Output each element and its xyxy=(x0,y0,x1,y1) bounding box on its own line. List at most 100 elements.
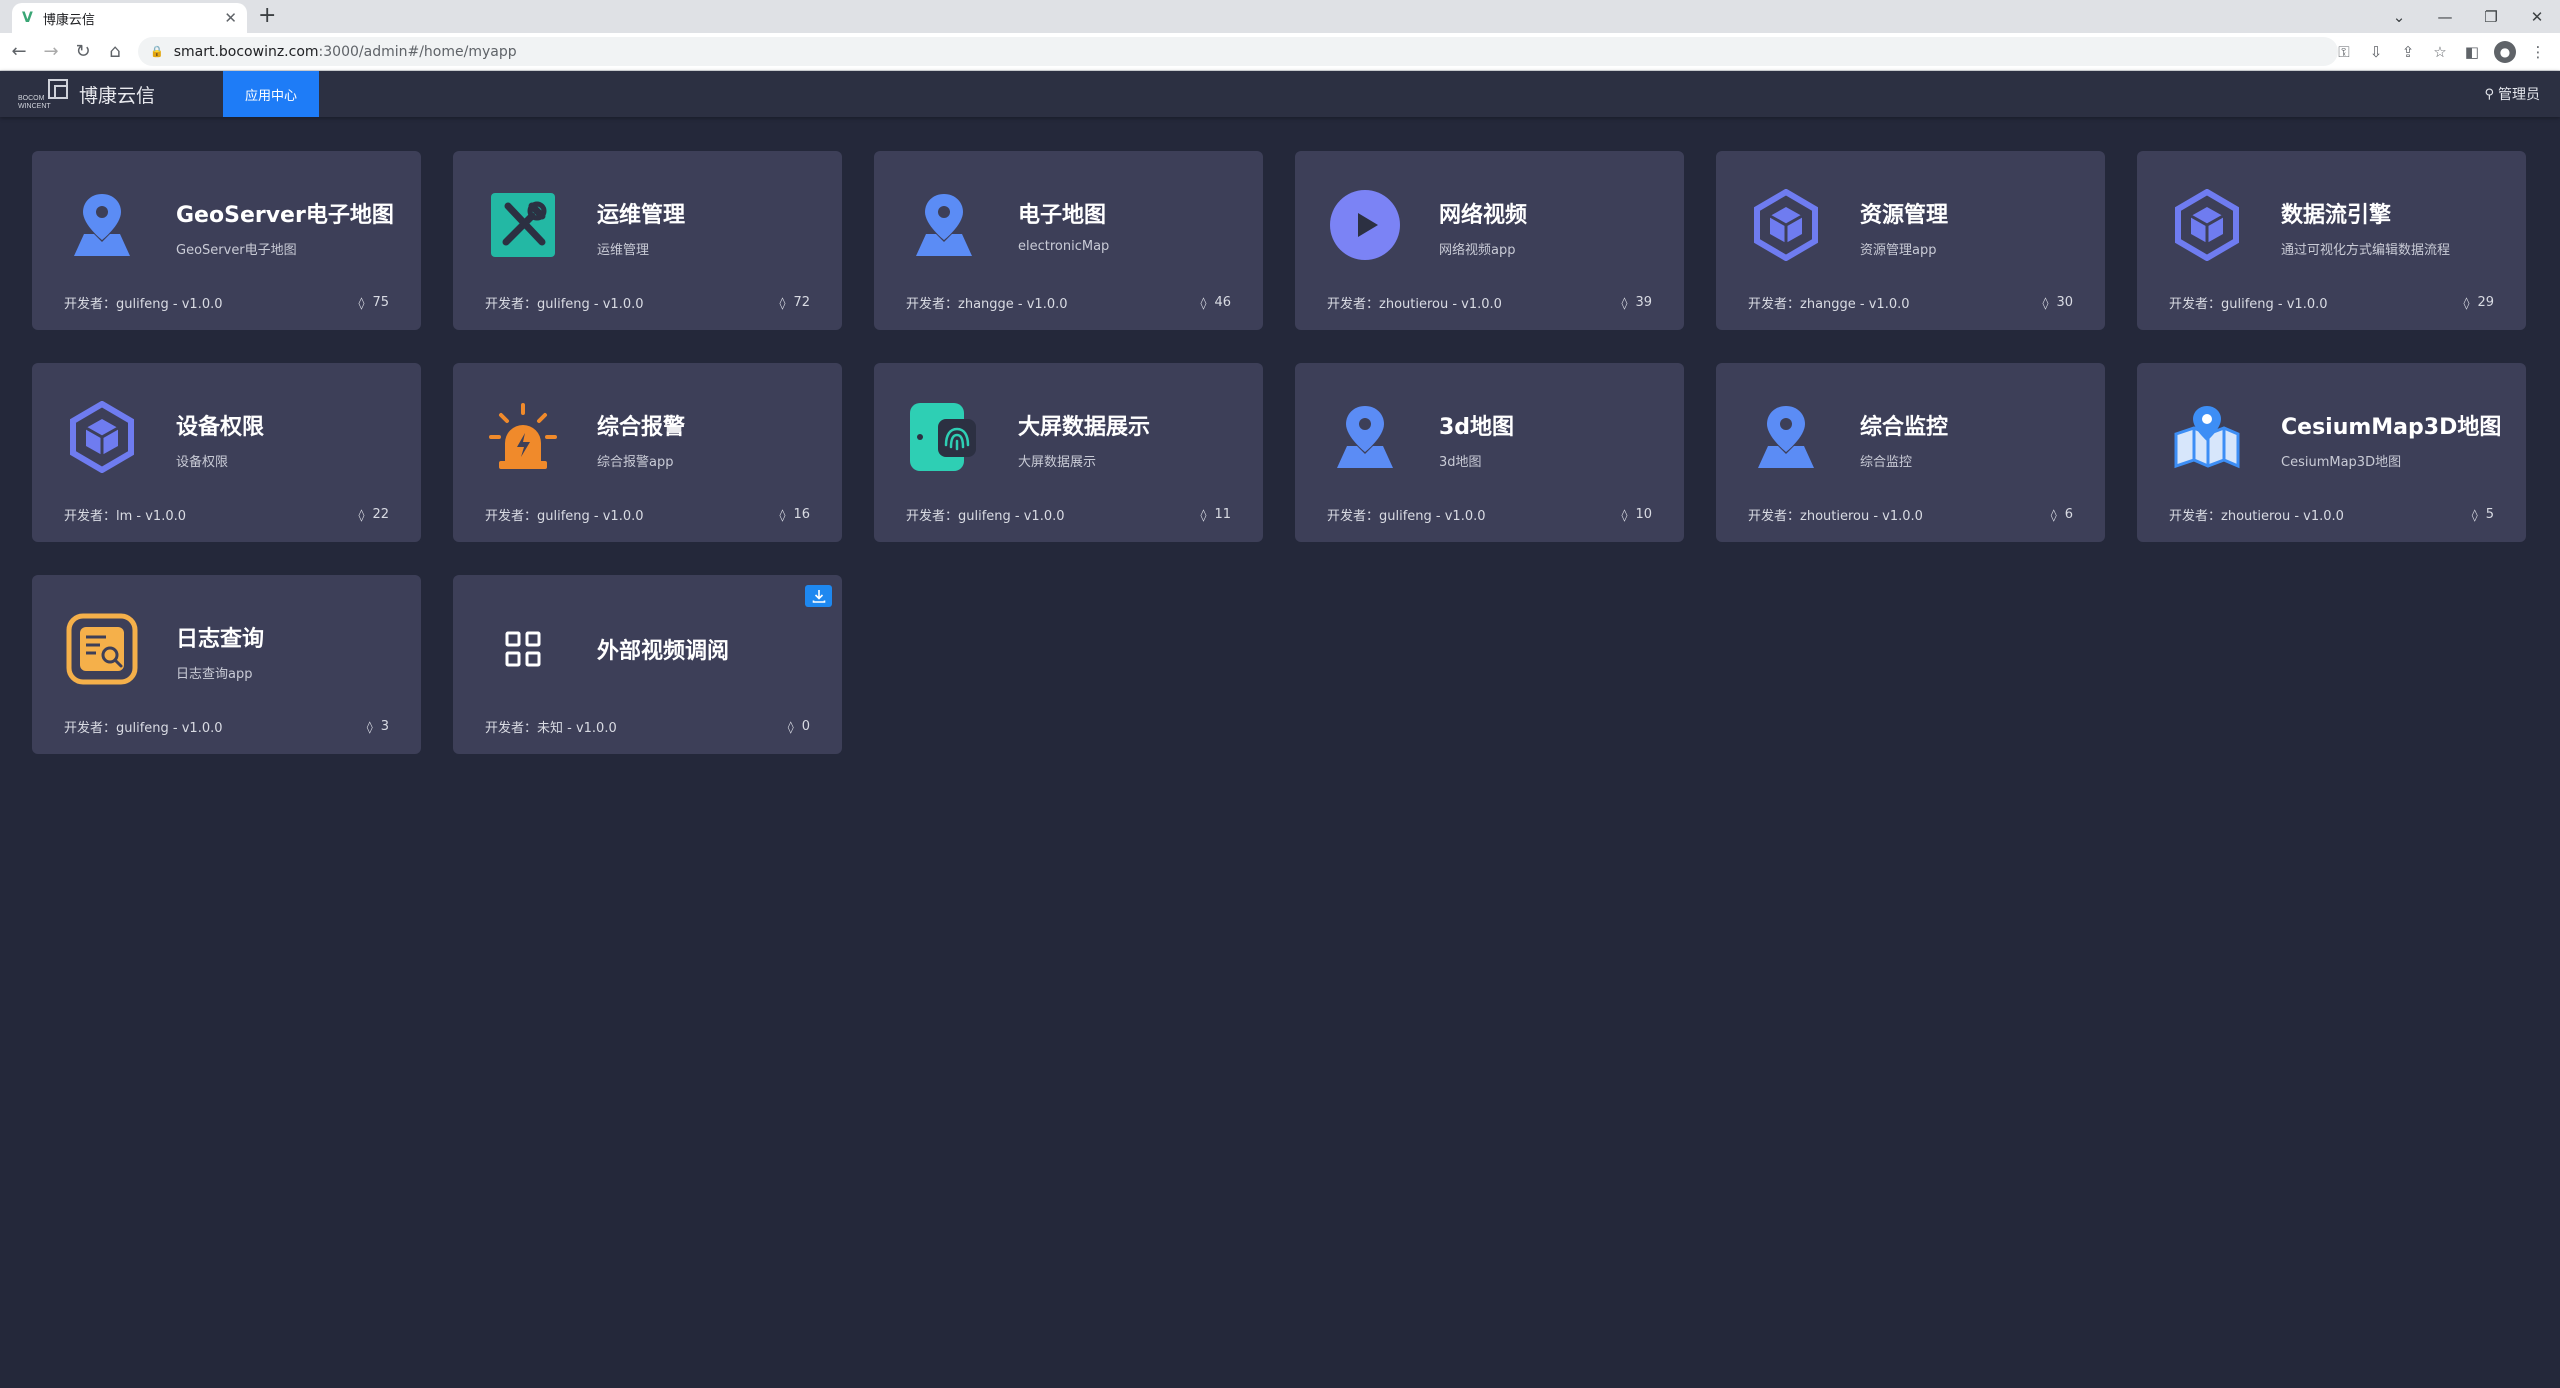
menu-kebab-icon[interactable]: ⋮ xyxy=(2522,43,2554,61)
count-value: 22 xyxy=(372,507,389,522)
side-panel-icon[interactable]: ◧ xyxy=(2456,43,2488,61)
install-app-icon[interactable]: ⇩ xyxy=(2360,43,2392,61)
card-desc: 网络视频app xyxy=(1439,243,1516,258)
new-tab-button[interactable]: + xyxy=(258,3,276,28)
map-pin-icon xyxy=(908,189,980,261)
card-footer: 开发者：未知 - v1.0.0 ◊ 0 xyxy=(485,717,810,736)
count-value: 30 xyxy=(2056,295,2073,310)
hot-count: ◊ 30 xyxy=(2043,295,2073,310)
close-tab-icon[interactable]: ✕ xyxy=(224,9,237,27)
fire-icon: ◊ xyxy=(358,507,365,522)
app-card-external-video[interactable]: 外部视频调阅 开发者：未知 - v1.0.0 ◊ 0 xyxy=(453,575,842,754)
card-title: 设备权限 xyxy=(176,415,265,440)
user-icon: ⚲ xyxy=(2484,86,2494,102)
count-value: 75 xyxy=(372,295,389,310)
fire-icon: ◊ xyxy=(2050,507,2057,522)
back-button[interactable]: ← xyxy=(6,41,32,62)
app-card-emap[interactable]: 电子地图 electronicMap 开发者：zhangge - v1.0.0 … xyxy=(874,151,1263,330)
profile-avatar-icon[interactable]: ● xyxy=(2494,40,2516,63)
reload-button[interactable]: ↻ xyxy=(70,41,96,62)
app-card-netvideo[interactable]: 网络视频 网络视频app 开发者：zhoutierou - v1.0.0 ◊ 39 xyxy=(1295,151,1684,330)
card-footer: 开发者：zhoutierou - v1.0.0 ◊ 39 xyxy=(1327,293,1652,312)
app-card-bigscreen[interactable]: 大屏数据展示 大屏数据展示 开发者：gulifeng - v1.0.0 ◊ 11 xyxy=(874,363,1263,542)
developer-info: 开发者：zhangge - v1.0.0 xyxy=(1748,297,1910,312)
card-desc: 大屏数据展示 xyxy=(1018,455,1097,470)
logo-text: BOCOM WINCENT xyxy=(18,95,51,110)
developer-info: 开发者：gulifeng - v1.0.0 xyxy=(1327,509,1486,524)
developer-info: 开发者：gulifeng - v1.0.0 xyxy=(2169,297,2328,312)
hot-count: ◊ 75 xyxy=(359,295,389,310)
close-window-button[interactable]: ✕ xyxy=(2514,8,2560,26)
brand-name: 博康云信 xyxy=(79,84,156,107)
fire-icon: ◊ xyxy=(1621,507,1628,522)
hot-count: ◊ 72 xyxy=(780,295,810,310)
download-icon[interactable] xyxy=(805,585,832,607)
fire-icon: ◊ xyxy=(1621,295,1628,310)
forward-button[interactable]: → xyxy=(38,41,64,62)
hot-count: ◊ 39 xyxy=(1622,295,1652,310)
bocom-logo-icon: BOCOM WINCENT xyxy=(18,77,73,111)
card-desc: CesiumMap3D地图 xyxy=(2281,455,2402,470)
count-value: 39 xyxy=(1635,295,1652,310)
app-header: BOCOM WINCENT 博康云信 应用中心 ⚲ 管理员 xyxy=(0,71,2560,117)
card-footer: 开发者：gulifeng - v1.0.0 ◊ 11 xyxy=(906,505,1231,524)
key-icon[interactable]: ⚿ xyxy=(2328,43,2360,61)
app-card-cesium[interactable]: CesiumMap3D地图 CesiumMap3D地图 开发者：zhoutier… xyxy=(2137,363,2526,542)
app-card-resource[interactable]: 资源管理 资源管理app 开发者：zhangge - v1.0.0 ◊ 30 xyxy=(1716,151,2105,330)
count-value: 46 xyxy=(1214,295,1231,310)
count-value: 29 xyxy=(2477,295,2494,310)
card-title: CesiumMap3D地图 xyxy=(2281,415,2502,440)
map-pin-icon xyxy=(66,189,138,261)
card-desc: 资源管理app xyxy=(1860,243,1937,258)
app-card-3dmap[interactable]: 3d地图 3d地图 开发者：gulifeng - v1.0.0 ◊ 10 xyxy=(1295,363,1684,542)
card-desc: 通过可视化方式编辑数据流程 xyxy=(2281,243,2451,258)
nav-app-center[interactable]: 应用中心 xyxy=(223,71,319,117)
fire-icon: ◊ xyxy=(366,719,373,734)
card-desc: 综合报警app xyxy=(597,455,674,470)
count-value: 6 xyxy=(2064,507,2073,522)
developer-info: 开发者：zhoutierou - v1.0.0 xyxy=(2169,509,2344,524)
minimize-button[interactable]: — xyxy=(2422,8,2468,26)
fingerprint-icon xyxy=(908,401,980,473)
card-title: GeoServer电子地图 xyxy=(176,203,394,228)
app-card-monitor[interactable]: 综合监控 综合监控 开发者：zhoutierou - v1.0.0 ◊ 6 xyxy=(1716,363,2105,542)
tab-search-icon[interactable]: ⌄ xyxy=(2376,8,2422,26)
restore-button[interactable]: ❐ xyxy=(2468,8,2514,26)
hot-count: ◊ 29 xyxy=(2464,295,2494,310)
hot-count: ◊ 16 xyxy=(780,507,810,522)
user-menu[interactable]: ⚲ 管理员 xyxy=(2484,71,2540,117)
lock-icon[interactable]: 🔒 xyxy=(150,45,164,58)
app-card-alarm[interactable]: 综合报警 综合报警app 开发者：gulifeng - v1.0.0 ◊ 16 xyxy=(453,363,842,542)
card-title: 大屏数据展示 xyxy=(1018,415,1151,440)
app-grid: GeoServer电子地图 GeoServer电子地图 开发者：gulifeng… xyxy=(32,151,2528,754)
bookmark-star-icon[interactable]: ☆ xyxy=(2424,43,2456,61)
developer-info: 开发者：zhoutierou - v1.0.0 xyxy=(1327,297,1502,312)
app-card-device-perm[interactable]: 设备权限 设备权限 开发者：lm - v1.0.0 ◊ 22 xyxy=(32,363,421,542)
fire-icon: ◊ xyxy=(1200,295,1207,310)
hot-count: ◊ 11 xyxy=(1201,507,1231,522)
hot-count: ◊ 46 xyxy=(1201,295,1231,310)
card-title: 综合监控 xyxy=(1860,415,1949,440)
developer-info: 开发者：zhoutierou - v1.0.0 xyxy=(1748,509,1923,524)
address-bar[interactable]: 🔒 smart.bocowinz.com:3000/admin#/home/my… xyxy=(138,37,2338,66)
card-footer: 开发者：zhoutierou - v1.0.0 ◊ 5 xyxy=(2169,505,2494,524)
app-card-log[interactable]: 日志查询 日志查询app 开发者：gulifeng - v1.0.0 ◊ 3 xyxy=(32,575,421,754)
home-button[interactable]: ⌂ xyxy=(102,41,128,62)
fire-icon: ◊ xyxy=(787,719,794,734)
app-card-geoserver[interactable]: GeoServer电子地图 GeoServer电子地图 开发者：gulifeng… xyxy=(32,151,421,330)
app-card-dataflow[interactable]: 数据流引擎 通过可视化方式编辑数据流程 开发者：gulifeng - v1.0.… xyxy=(2137,151,2526,330)
share-icon[interactable]: ⇪ xyxy=(2392,43,2424,61)
browser-tab[interactable]: V 博康云信 ✕ xyxy=(12,3,247,33)
tools-icon xyxy=(487,189,559,261)
fire-icon: ◊ xyxy=(2463,295,2470,310)
count-value: 0 xyxy=(801,719,810,734)
card-title: 运维管理 xyxy=(597,203,686,228)
card-desc: 设备权限 xyxy=(176,455,229,470)
card-footer: 开发者：zhangge - v1.0.0 ◊ 30 xyxy=(1748,293,2073,312)
map-pin-icon xyxy=(1750,401,1822,473)
brand-logo[interactable]: BOCOM WINCENT 博康云信 xyxy=(18,77,155,111)
card-desc: 运维管理 xyxy=(597,243,650,258)
developer-info: 开发者：lm - v1.0.0 xyxy=(64,509,187,524)
log-search-icon xyxy=(66,613,138,685)
app-card-ops[interactable]: 运维管理 运维管理 开发者：gulifeng - v1.0.0 ◊ 72 xyxy=(453,151,842,330)
